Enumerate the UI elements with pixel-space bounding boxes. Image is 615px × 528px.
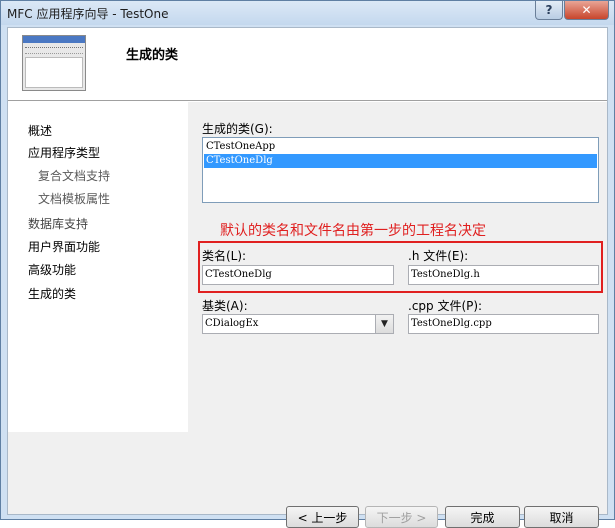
- wizard-nav: 概述 应用程序类型 复合文档支持 文档模板属性 数据库支持 用户界面功能 高级功…: [8, 102, 188, 432]
- base-class-combo[interactable]: CDialogEx ▼: [202, 314, 394, 334]
- nav-item-doc-template[interactable]: 文档模板属性: [38, 190, 110, 207]
- preview-titlebar: [23, 36, 85, 43]
- preview-toolbar: [25, 50, 83, 54]
- finish-button[interactable]: 完成: [445, 506, 520, 528]
- wizard-preview-icon: [22, 35, 86, 91]
- title-bar[interactable]: MFC 应用程序向导 - TestOne ? ✕: [1, 1, 614, 25]
- close-icon: ✕: [581, 3, 592, 17]
- next-button[interactable]: 下一步 >: [365, 506, 438, 528]
- annotation-text: 默认的类名和文件名由第一步的工程名决定: [220, 223, 486, 239]
- nav-item-compound-doc[interactable]: 复合文档支持: [38, 167, 110, 184]
- generated-classes-label: 生成的类(G):: [202, 122, 273, 136]
- base-class-value: CDialogEx: [205, 318, 259, 329]
- page-title: 生成的类: [126, 48, 179, 63]
- back-button[interactable]: < 上一步: [286, 506, 359, 528]
- help-icon: ?: [545, 3, 553, 17]
- nav-item-ui-features[interactable]: 用户界面功能: [28, 238, 100, 255]
- cpp-file-field[interactable]: TestOneDlg.cpp: [408, 314, 599, 334]
- nav-item-database[interactable]: 数据库支持: [28, 215, 88, 232]
- preview-body: [25, 57, 83, 88]
- wizard-client: 生成的类 概述 应用程序类型 复合文档支持 文档模板属性 数据库支持 用户界面功…: [7, 27, 608, 528]
- annotation-highlight-box: [198, 241, 603, 293]
- nav-item-advanced[interactable]: 高级功能: [28, 261, 76, 278]
- list-item-selected[interactable]: CTestOneDlg: [204, 154, 597, 168]
- cpp-file-label: .cpp 文件(P):: [408, 299, 483, 313]
- wizard-body: 概述 应用程序类型 复合文档支持 文档模板属性 数据库支持 用户界面功能 高级功…: [8, 102, 607, 528]
- nav-item-app-type[interactable]: 应用程序类型: [28, 144, 100, 161]
- generated-classes-list[interactable]: CTestOneApp CTestOneDlg: [202, 137, 599, 203]
- list-item[interactable]: CTestOneApp: [204, 140, 597, 154]
- close-button[interactable]: ✕: [564, 1, 609, 20]
- base-class-label: 基类(A):: [202, 299, 248, 313]
- nav-item-overview[interactable]: 概述: [28, 122, 52, 139]
- cancel-button[interactable]: 取消: [524, 506, 599, 528]
- nav-item-generated-classes[interactable]: 生成的类: [28, 285, 76, 302]
- preview-menu: [25, 45, 83, 48]
- wizard-header: 生成的类: [8, 28, 607, 100]
- wizard-window: MFC 应用程序向导 - TestOne ? ✕ 生成的类 概述 应用程序类型 …: [0, 0, 615, 528]
- window-title: MFC 应用程序向导 - TestOne: [7, 7, 169, 21]
- chevron-down-icon[interactable]: ▼: [375, 315, 393, 333]
- help-button[interactable]: ?: [535, 1, 563, 20]
